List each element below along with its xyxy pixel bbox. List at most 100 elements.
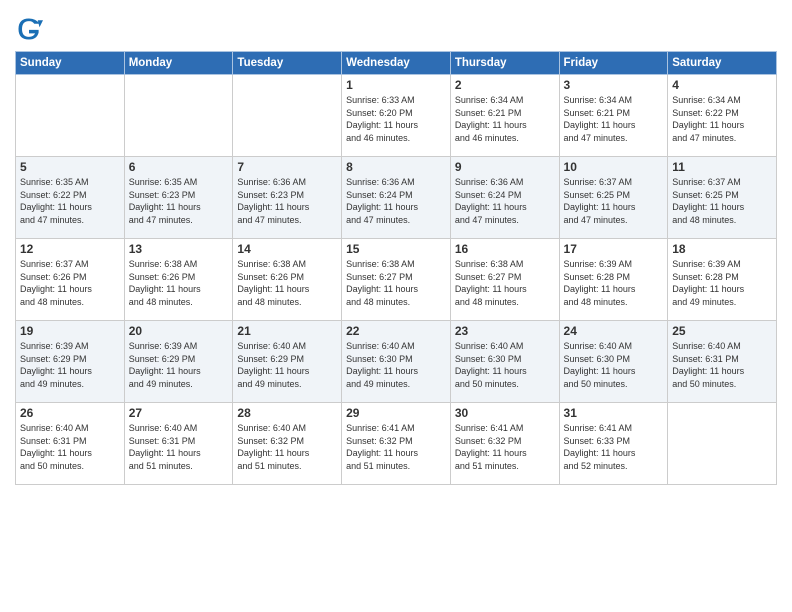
day-number: 27: [129, 406, 229, 420]
calendar-cell: 3 Sunrise: 6:34 AM Sunset: 6:21 PM Daylig…: [559, 75, 668, 157]
day-number: 12: [20, 242, 120, 256]
day-info: Sunrise: 6:38 AM Sunset: 6:27 PM Dayligh…: [455, 258, 555, 308]
day-info: Sunrise: 6:37 AM Sunset: 6:26 PM Dayligh…: [20, 258, 120, 308]
header: [15, 10, 777, 43]
day-number: 31: [564, 406, 664, 420]
week-row-4: 19 Sunrise: 6:39 AM Sunset: 6:29 PM Dayli…: [16, 321, 777, 403]
day-info: Sunrise: 6:39 AM Sunset: 6:28 PM Dayligh…: [564, 258, 664, 308]
day-number: 22: [346, 324, 446, 338]
calendar-cell: 30 Sunrise: 6:41 AM Sunset: 6:32 PM Dayli…: [450, 403, 559, 485]
day-number: 16: [455, 242, 555, 256]
day-number: 24: [564, 324, 664, 338]
day-info: Sunrise: 6:40 AM Sunset: 6:30 PM Dayligh…: [455, 340, 555, 390]
day-info: Sunrise: 6:38 AM Sunset: 6:26 PM Dayligh…: [129, 258, 229, 308]
calendar-table: SundayMondayTuesdayWednesdayThursdayFrid…: [15, 51, 777, 485]
day-info: Sunrise: 6:36 AM Sunset: 6:24 PM Dayligh…: [455, 176, 555, 226]
day-info: Sunrise: 6:40 AM Sunset: 6:31 PM Dayligh…: [672, 340, 772, 390]
calendar-cell: 29Sunrise: 6:41 AM Sunset: 6:32 PM Dayli…: [342, 403, 451, 485]
week-row-2: 5 Sunrise: 6:35 AM Sunset: 6:22 PM Daylig…: [16, 157, 777, 239]
calendar-cell: 26 Sunrise: 6:40 AM Sunset: 6:31 PM Dayli…: [16, 403, 125, 485]
day-info: Sunrise: 6:36 AM Sunset: 6:24 PM Dayligh…: [346, 176, 446, 226]
day-info: Sunrise: 6:37 AM Sunset: 6:25 PM Dayligh…: [564, 176, 664, 226]
day-info: Sunrise: 6:40 AM Sunset: 6:29 PM Dayligh…: [237, 340, 337, 390]
day-number: 10: [564, 160, 664, 174]
calendar-cell: 4Sunrise: 6:34 AM Sunset: 6:22 PM Daylig…: [668, 75, 777, 157]
weekday-header-monday: Monday: [124, 52, 233, 75]
calendar-cell: 27 Sunrise: 6:40 AM Sunset: 6:31 PM Dayli…: [124, 403, 233, 485]
calendar-cell: 21 Sunrise: 6:40 AM Sunset: 6:29 PM Dayli…: [233, 321, 342, 403]
day-number: 21: [237, 324, 337, 338]
page: SundayMondayTuesdayWednesdayThursdayFrid…: [0, 0, 792, 612]
day-number: 26: [20, 406, 120, 420]
day-info: Sunrise: 6:39 AM Sunset: 6:29 PM Dayligh…: [129, 340, 229, 390]
calendar-cell: 12 Sunrise: 6:37 AM Sunset: 6:26 PM Dayli…: [16, 239, 125, 321]
day-number: 18: [672, 242, 772, 256]
calendar-cell: 7 Sunrise: 6:36 AM Sunset: 6:23 PM Daylig…: [233, 157, 342, 239]
calendar-cell: 2Sunrise: 6:34 AM Sunset: 6:21 PM Daylig…: [450, 75, 559, 157]
day-info: Sunrise: 6:41 AM Sunset: 6:32 PM Dayligh…: [346, 422, 446, 472]
day-info: Sunrise: 6:40 AM Sunset: 6:31 PM Dayligh…: [129, 422, 229, 472]
week-row-3: 12 Sunrise: 6:37 AM Sunset: 6:26 PM Dayli…: [16, 239, 777, 321]
day-number: 2: [455, 78, 555, 92]
calendar-cell: 5 Sunrise: 6:35 AM Sunset: 6:22 PM Daylig…: [16, 157, 125, 239]
day-number: 1: [346, 78, 446, 92]
day-info: Sunrise: 6:40 AM Sunset: 6:30 PM Dayligh…: [346, 340, 446, 390]
calendar-cell: 24 Sunrise: 6:40 AM Sunset: 6:30 PM Dayli…: [559, 321, 668, 403]
day-number: 15: [346, 242, 446, 256]
day-info: Sunrise: 6:34 AM Sunset: 6:21 PM Dayligh…: [564, 94, 664, 144]
week-row-5: 26 Sunrise: 6:40 AM Sunset: 6:31 PM Dayli…: [16, 403, 777, 485]
calendar-cell: 1 Sunrise: 6:33 AM Sunset: 6:20 PM Daylig…: [342, 75, 451, 157]
day-number: 17: [564, 242, 664, 256]
day-number: 25: [672, 324, 772, 338]
calendar-cell: 25 Sunrise: 6:40 AM Sunset: 6:31 PM Dayli…: [668, 321, 777, 403]
day-number: 14: [237, 242, 337, 256]
weekday-header-sunday: Sunday: [16, 52, 125, 75]
week-row-1: 1 Sunrise: 6:33 AM Sunset: 6:20 PM Daylig…: [16, 75, 777, 157]
day-number: 30: [455, 406, 555, 420]
calendar-cell: 14 Sunrise: 6:38 AM Sunset: 6:26 PM Dayli…: [233, 239, 342, 321]
day-number: 7: [237, 160, 337, 174]
day-info: Sunrise: 6:35 AM Sunset: 6:22 PM Dayligh…: [20, 176, 120, 226]
day-number: 28: [237, 406, 337, 420]
calendar-cell: 19 Sunrise: 6:39 AM Sunset: 6:29 PM Dayli…: [16, 321, 125, 403]
day-number: 8: [346, 160, 446, 174]
day-info: Sunrise: 6:36 AM Sunset: 6:23 PM Dayligh…: [237, 176, 337, 226]
calendar-cell: 15 Sunrise: 6:38 AM Sunset: 6:27 PM Dayli…: [342, 239, 451, 321]
day-info: Sunrise: 6:38 AM Sunset: 6:27 PM Dayligh…: [346, 258, 446, 308]
calendar-cell: 11 Sunrise: 6:37 AM Sunset: 6:25 PM Dayli…: [668, 157, 777, 239]
weekday-header-row: SundayMondayTuesdayWednesdayThursdayFrid…: [16, 52, 777, 75]
calendar-cell: 17 Sunrise: 6:39 AM Sunset: 6:28 PM Dayli…: [559, 239, 668, 321]
day-number: 19: [20, 324, 120, 338]
day-info: Sunrise: 6:34 AM Sunset: 6:22 PM Dayligh…: [672, 94, 772, 144]
day-number: 20: [129, 324, 229, 338]
day-info: Sunrise: 6:40 AM Sunset: 6:31 PM Dayligh…: [20, 422, 120, 472]
weekday-header-tuesday: Tuesday: [233, 52, 342, 75]
weekday-header-friday: Friday: [559, 52, 668, 75]
day-number: 5: [20, 160, 120, 174]
day-number: 3: [564, 78, 664, 92]
weekday-header-wednesday: Wednesday: [342, 52, 451, 75]
day-info: Sunrise: 6:37 AM Sunset: 6:25 PM Dayligh…: [672, 176, 772, 226]
day-info: Sunrise: 6:33 AM Sunset: 6:20 PM Dayligh…: [346, 94, 446, 144]
calendar-cell: 8 Sunrise: 6:36 AM Sunset: 6:24 PM Daylig…: [342, 157, 451, 239]
day-number: 23: [455, 324, 555, 338]
calendar-cell: 10 Sunrise: 6:37 AM Sunset: 6:25 PM Dayli…: [559, 157, 668, 239]
day-number: 11: [672, 160, 772, 174]
day-info: Sunrise: 6:40 AM Sunset: 6:30 PM Dayligh…: [564, 340, 664, 390]
day-info: Sunrise: 6:41 AM Sunset: 6:33 PM Dayligh…: [564, 422, 664, 472]
day-info: Sunrise: 6:39 AM Sunset: 6:29 PM Dayligh…: [20, 340, 120, 390]
calendar-cell: 28Sunrise: 6:40 AM Sunset: 6:32 PM Dayli…: [233, 403, 342, 485]
calendar-cell: 31 Sunrise: 6:41 AM Sunset: 6:33 PM Dayli…: [559, 403, 668, 485]
calendar-cell: 22 Sunrise: 6:40 AM Sunset: 6:30 PM Dayli…: [342, 321, 451, 403]
calendar-cell: 6Sunrise: 6:35 AM Sunset: 6:23 PM Daylig…: [124, 157, 233, 239]
calendar-cell: 20 Sunrise: 6:39 AM Sunset: 6:29 PM Dayli…: [124, 321, 233, 403]
calendar-cell: [233, 75, 342, 157]
day-info: Sunrise: 6:38 AM Sunset: 6:26 PM Dayligh…: [237, 258, 337, 308]
logo: [15, 15, 47, 43]
calendar-cell: 9Sunrise: 6:36 AM Sunset: 6:24 PM Daylig…: [450, 157, 559, 239]
calendar-cell: [124, 75, 233, 157]
calendar-cell: 13Sunrise: 6:38 AM Sunset: 6:26 PM Dayli…: [124, 239, 233, 321]
day-number: 6: [129, 160, 229, 174]
weekday-header-saturday: Saturday: [668, 52, 777, 75]
day-info: Sunrise: 6:41 AM Sunset: 6:32 PM Dayligh…: [455, 422, 555, 472]
